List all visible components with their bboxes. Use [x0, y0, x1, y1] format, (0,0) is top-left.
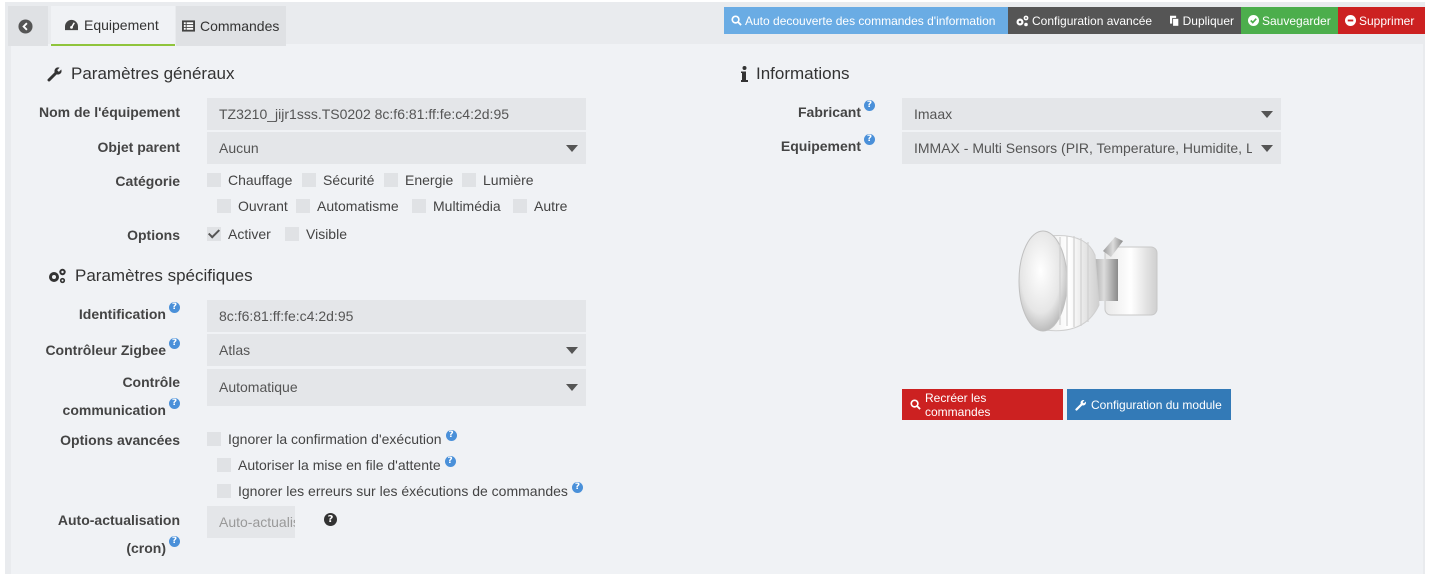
ignore-errors-checkbox[interactable]: Ignorer les erreurs sur les éxécutions d…	[217, 481, 583, 499]
delete-button[interactable]: Supprimer	[1338, 7, 1425, 34]
ignore-confirmation-checkbox[interactable]: Ignorer la confirmation d'exécution?	[207, 429, 457, 447]
specific-params-title: Paramètres spécifiques	[47, 266, 253, 286]
arrow-left-circle-icon	[18, 18, 33, 34]
category-chauffage-checkbox[interactable]: Chauffage	[207, 172, 292, 188]
module-config-button[interactable]: Configuration du module	[1067, 389, 1231, 420]
equipment-name-label: Nom de l'équipement	[38, 104, 180, 120]
zigbee-controller-select[interactable]: Atlas	[207, 334, 586, 366]
equipment-name-input[interactable]: TZ3210_jijr1sss.TS0202 8c:f6:81:ff:fe:c4…	[207, 98, 586, 130]
identification-label: Identification?	[20, 300, 180, 328]
cron-label-2: (cron)?	[20, 534, 180, 562]
help-icon[interactable]: ?	[169, 536, 180, 547]
category-automatisme-checkbox[interactable]: Automatisme	[296, 198, 399, 214]
equipment-model-label: Equipement?	[700, 132, 875, 160]
wrench-icon	[47, 66, 63, 82]
help-icon[interactable]: ?	[169, 302, 180, 313]
informations-title: Informations	[741, 64, 850, 84]
manufacturer-label: Fabricant?	[700, 98, 875, 126]
parent-object-select[interactable]: Aucun	[207, 132, 586, 164]
activate-checkbox[interactable]: Activer	[207, 226, 271, 242]
duplicate-button[interactable]: Dupliquer	[1163, 7, 1241, 34]
check-circle-icon	[1248, 15, 1259, 26]
info-icon	[741, 66, 748, 82]
chevron-down-icon	[566, 347, 578, 354]
wrench-icon	[1075, 398, 1087, 411]
comm-control-select[interactable]: Automatique	[207, 369, 586, 406]
identification-input[interactable]: 8c:f6:81:ff:fe:c4:2d:95	[207, 300, 586, 332]
manufacturer-select[interactable]: Imaax	[902, 98, 1281, 130]
chevron-down-icon	[566, 384, 578, 391]
tab-commandes-label: Commandes	[200, 18, 280, 34]
cogs-icon	[1016, 15, 1029, 26]
parent-object-label: Objet parent	[97, 139, 180, 155]
advanced-config-button[interactable]: Configuration avancée	[1008, 7, 1163, 34]
comm-control-label: Contrôle	[122, 374, 180, 390]
tachometer-icon	[65, 19, 78, 30]
recreate-commands-button[interactable]: Recréer les commandes	[902, 389, 1063, 420]
tab-equipement-label: Equipement	[84, 17, 159, 33]
device-image	[1018, 230, 1158, 332]
search-icon	[731, 15, 742, 26]
minus-circle-icon	[1345, 15, 1356, 26]
category-multimedia-checkbox[interactable]: Multimédia	[412, 198, 501, 214]
category-securite-checkbox[interactable]: Sécurité	[302, 172, 374, 188]
list-icon	[182, 20, 195, 32]
save-button[interactable]: Sauvegarder	[1241, 7, 1338, 34]
category-ouvrant-checkbox[interactable]: Ouvrant	[217, 198, 288, 214]
cron-input[interactable]: Auto-actualisation	[207, 506, 295, 538]
chevron-down-icon	[1261, 145, 1273, 152]
chevron-down-icon	[566, 145, 578, 152]
help-icon[interactable]: ?	[444, 455, 456, 467]
checkmark-icon	[207, 227, 221, 241]
help-icon[interactable]: ?	[571, 481, 583, 493]
zigbee-controller-label: Contrôleur Zigbee?	[20, 336, 180, 364]
category-autre-checkbox[interactable]: Autre	[513, 198, 567, 214]
help-icon[interactable]: ?	[169, 338, 180, 349]
equipment-model-select[interactable]: IMMAX - Multi Sensors (PIR, Temperature,…	[902, 132, 1281, 164]
tab-commandes[interactable]: Commandes	[176, 6, 286, 46]
copy-icon	[1170, 15, 1180, 27]
help-icon[interactable]: ?	[445, 429, 457, 441]
cron-label: Auto-actualisation	[57, 512, 180, 528]
general-params-title: Paramètres généraux	[47, 64, 234, 84]
category-lumiere-checkbox[interactable]: Lumière	[462, 172, 534, 188]
comm-control-label-2: communication?	[20, 396, 180, 424]
question-circle-icon[interactable]: ?	[324, 513, 337, 526]
help-icon[interactable]: ?	[864, 134, 875, 145]
chevron-down-icon	[1261, 111, 1273, 118]
auto-discovery-button[interactable]: Auto decouverte des commandes d'informat…	[724, 7, 1008, 34]
options-label: Options	[127, 227, 180, 243]
help-icon[interactable]: ?	[864, 100, 875, 111]
category-label: Catégorie	[115, 173, 180, 189]
visible-checkbox[interactable]: Visible	[285, 226, 347, 242]
category-energie-checkbox[interactable]: Energie	[384, 172, 453, 188]
tab-equipement[interactable]: Equipement	[51, 6, 175, 46]
search-icon	[910, 399, 921, 410]
help-icon[interactable]: ?	[169, 398, 180, 409]
back-tab[interactable]	[8, 6, 48, 46]
allow-queue-checkbox[interactable]: Autoriser la mise en file d'attente?	[217, 455, 456, 473]
cogs-icon	[49, 268, 66, 284]
advanced-options-label: Options avancées	[60, 432, 180, 448]
